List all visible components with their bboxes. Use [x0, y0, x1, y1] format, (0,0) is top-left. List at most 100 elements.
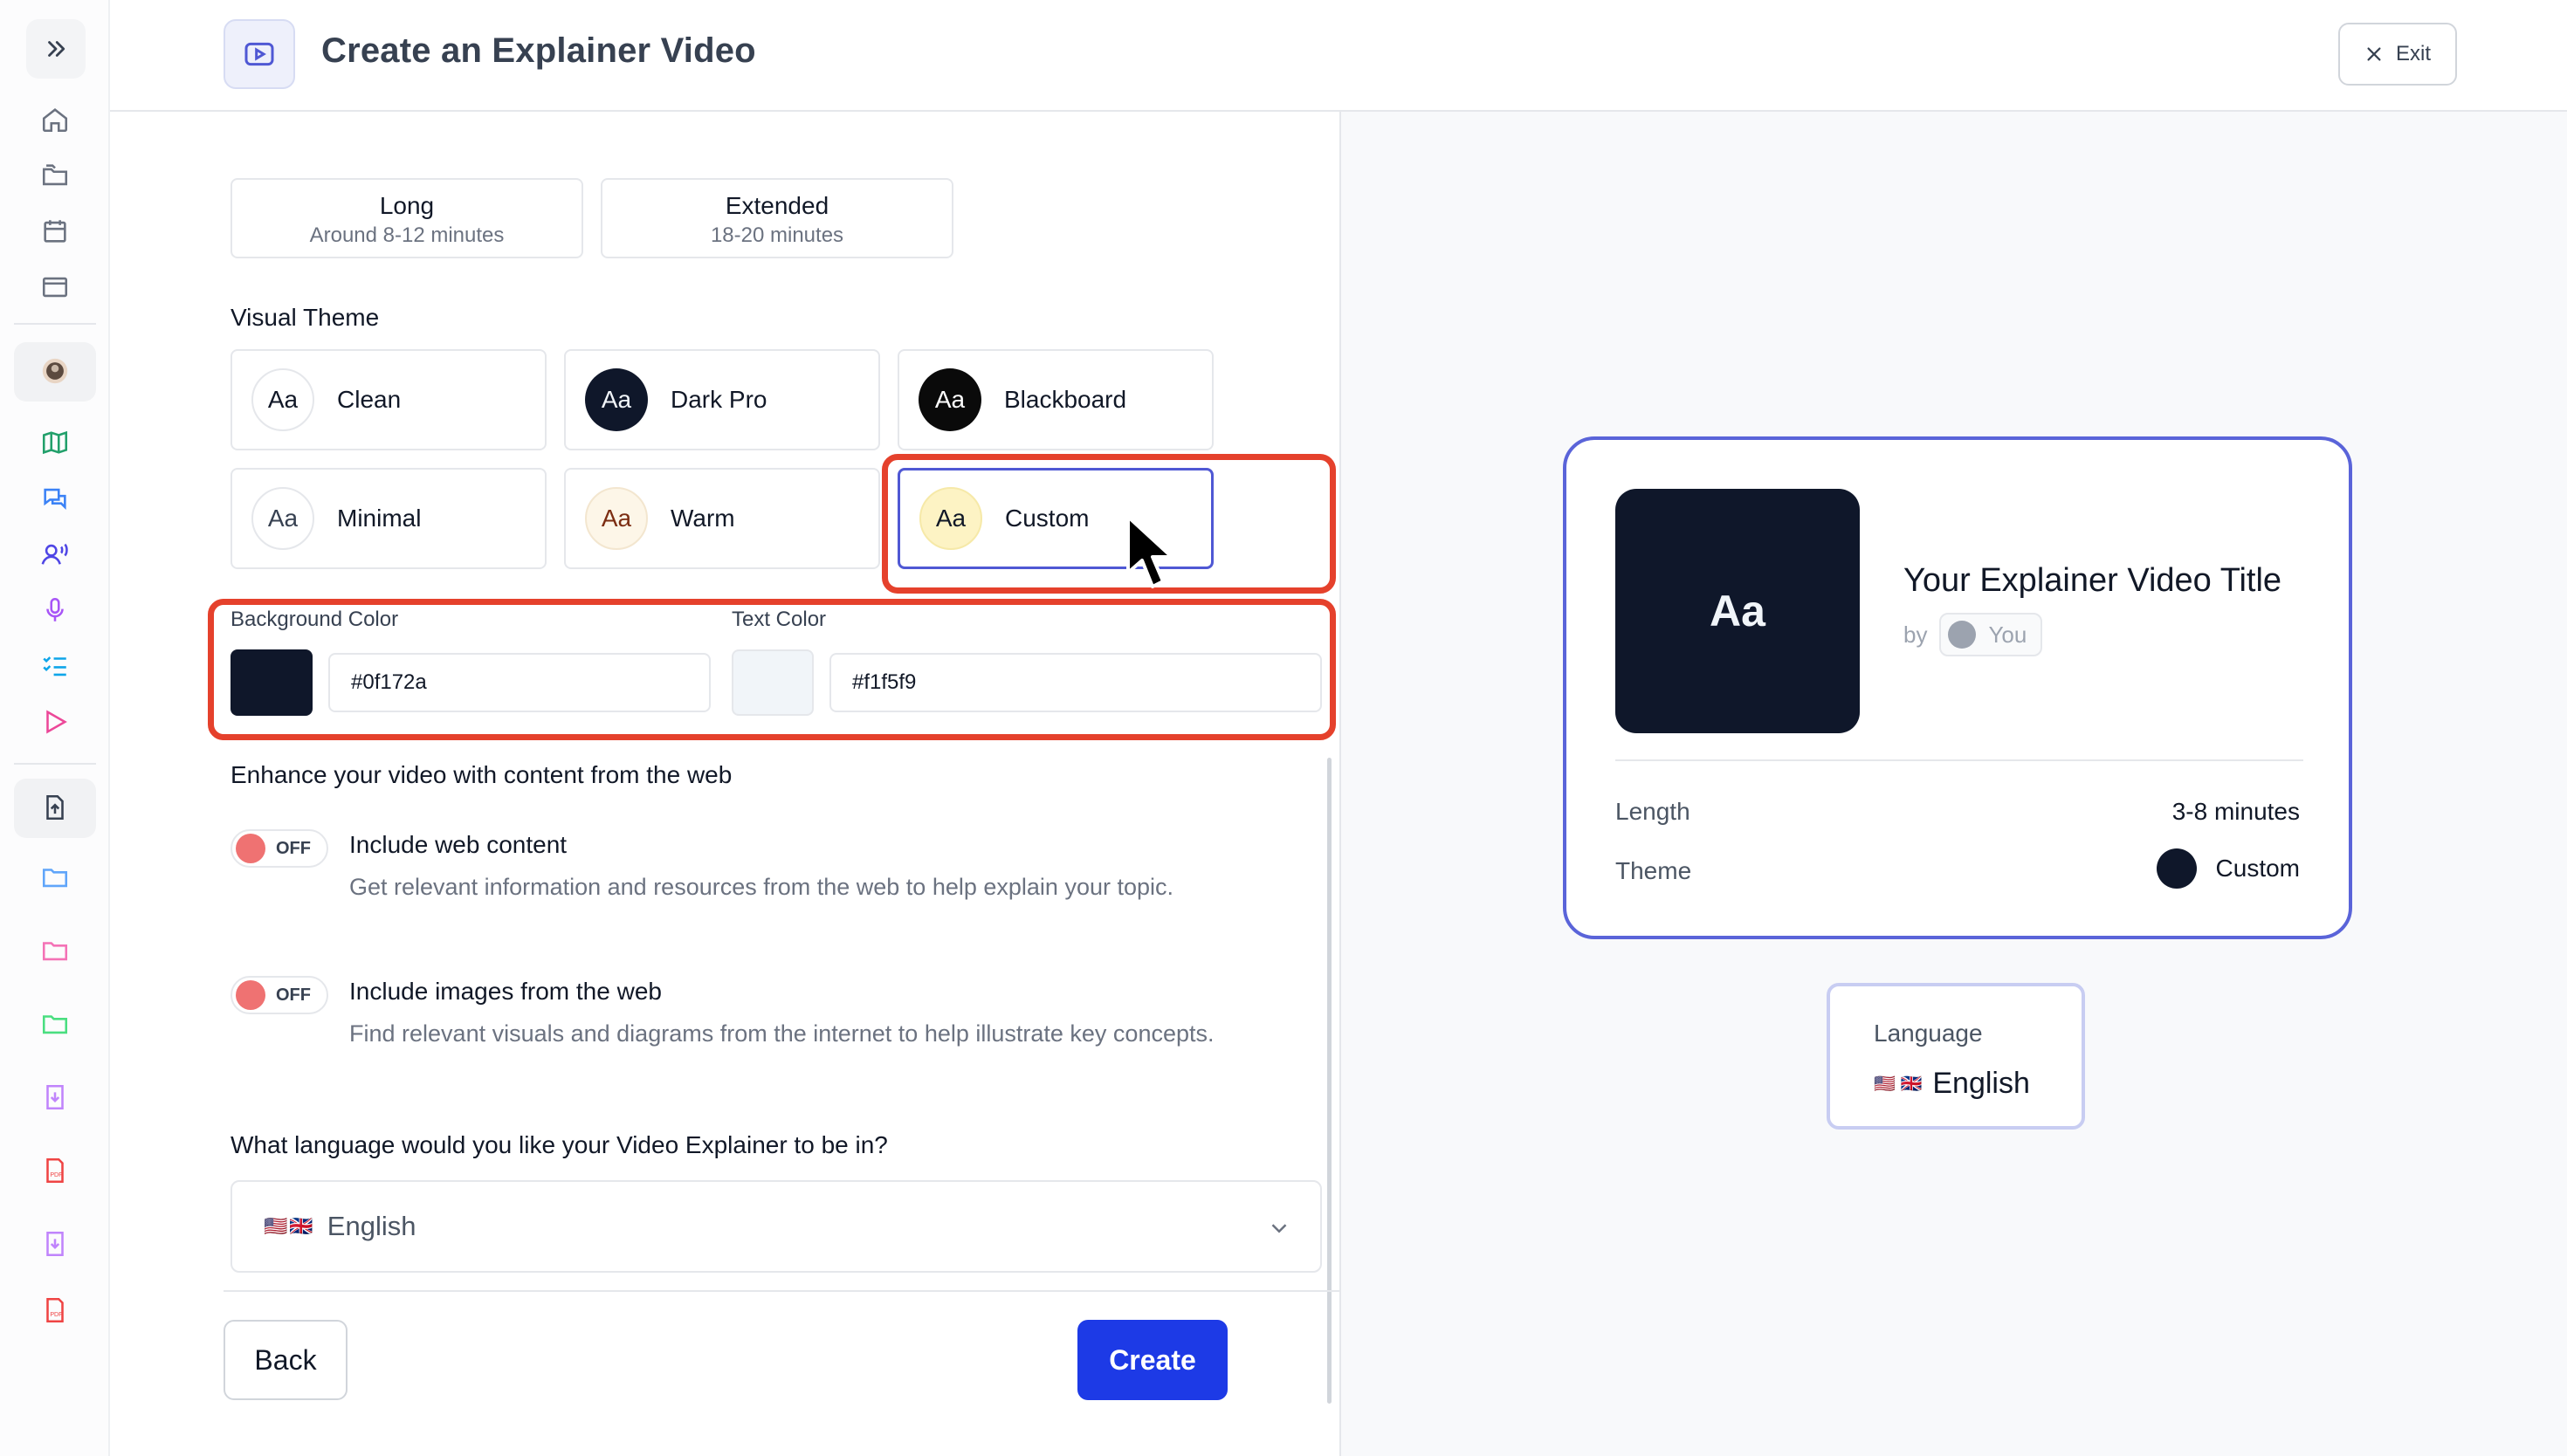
theme-name: Minimal — [337, 505, 422, 532]
length-option-subtitle: 18-20 minutes — [710, 223, 844, 247]
visual-theme-label: Visual Theme — [231, 304, 380, 331]
upload-file-icon[interactable] — [31, 784, 79, 831]
window-icon[interactable] — [31, 264, 79, 311]
include-web-content-description: Get relevant information and resources f… — [349, 874, 1173, 900]
theme-swatch: Aa — [251, 487, 314, 550]
pdf-file-icon[interactable]: PDF — [31, 1147, 79, 1194]
scrollbar[interactable] — [1327, 758, 1332, 1404]
include-web-content-toggle[interactable]: OFF — [231, 829, 328, 868]
chevrons-right-icon — [48, 41, 65, 57]
svg-text:PDF: PDF — [50, 1171, 63, 1178]
preview-language-card: Language 🇺🇸 🇬🇧 English — [1827, 983, 2085, 1130]
preview-language-value: 🇺🇸 🇬🇧 English — [1874, 1067, 2030, 1101]
theme-name: Dark Pro — [671, 386, 767, 413]
length-option-subtitle: Around 8-12 minutes — [309, 223, 505, 247]
play-icon[interactable] — [31, 698, 79, 745]
form-panel: Long Around 8-12 minutes Extended 18-20 … — [110, 112, 1339, 1456]
checklist-icon[interactable] — [31, 642, 79, 690]
length-option-title: Long — [379, 192, 435, 219]
theme-card-warm[interactable]: Aa Warm — [564, 468, 880, 569]
map-icon[interactable] — [31, 419, 79, 466]
preview-card: Aa Your Explainer Video Title by You Len… — [1563, 436, 2352, 939]
preview-language-label: Language — [1874, 1020, 1983, 1047]
avatar — [1948, 621, 1977, 649]
theme-card-dark-pro[interactable]: Aa Dark Pro — [564, 349, 880, 450]
close-icon — [2367, 47, 2381, 61]
theme-value-text: Custom — [2215, 855, 2300, 882]
theme-name: Warm — [671, 505, 735, 532]
length-label: Length — [1615, 798, 1690, 825]
workspace-avatar-icon[interactable] — [31, 347, 79, 395]
toggle-knob — [236, 980, 265, 1010]
toggle-knob — [236, 834, 265, 863]
preview-language-text: English — [1932, 1067, 2030, 1100]
svg-text:PDF: PDF — [50, 1311, 63, 1318]
folders-icon[interactable] — [31, 152, 79, 199]
flags-icon: 🇺🇸🇬🇧 — [264, 1215, 315, 1237]
background-color-swatch[interactable] — [231, 649, 313, 716]
theme-swatch: Aa — [251, 368, 314, 431]
toggle-state: OFF — [276, 838, 311, 858]
include-web-images-toggle[interactable]: OFF — [231, 976, 328, 1014]
preview-panel: Aa Your Explainer Video Title by You Len… — [1339, 112, 2567, 1456]
language-select[interactable]: 🇺🇸🇬🇧 English — [231, 1180, 1322, 1273]
download-file-icon[interactable] — [31, 1074, 79, 1121]
preview-byline: by You — [1903, 613, 2043, 656]
web-content-heading: Enhance your video with content from the… — [231, 761, 733, 788]
length-option-extended[interactable]: Extended 18-20 minutes — [601, 178, 953, 258]
theme-color-dot — [2156, 848, 2197, 889]
sidebar: PDF PDF — [0, 0, 110, 1456]
chevron-down-icon — [1271, 1224, 1287, 1233]
language-question: What language would you like your Video … — [231, 1131, 888, 1158]
pdf-file-icon-2[interactable]: PDF — [31, 1287, 79, 1334]
footer-divider — [224, 1290, 1339, 1292]
create-button[interactable]: Create — [1077, 1320, 1228, 1400]
include-web-content-title: Include web content — [349, 831, 568, 858]
theme-card-minimal[interactable]: Aa Minimal — [231, 468, 547, 569]
include-web-images-title: Include images from the web — [349, 978, 662, 1005]
highlight-custom-theme — [882, 454, 1336, 594]
author-chip: You — [1939, 613, 2043, 656]
theme-swatch: Aa — [585, 368, 648, 431]
flags-icon: 🇺🇸 🇬🇧 — [1874, 1075, 1923, 1094]
back-button[interactable]: Back — [224, 1320, 348, 1400]
length-option-title: Extended — [725, 192, 829, 219]
text-color-input[interactable]: #f1f5f9 — [829, 653, 1322, 712]
preview-thumbnail: Aa — [1615, 489, 1860, 733]
folder-pink-icon[interactable] — [31, 927, 79, 974]
expand-sidebar-button[interactable] — [26, 19, 86, 79]
theme-name: Blackboard — [1004, 386, 1127, 413]
background-color-input[interactable]: #0f172a — [328, 653, 711, 712]
theme-name: Clean — [337, 386, 402, 413]
preview-divider — [1615, 759, 2303, 761]
exit-button[interactable]: Exit — [2338, 23, 2457, 86]
theme-swatch: Aa — [919, 368, 981, 431]
theme-swatch: Aa — [585, 487, 648, 550]
page-header: Create an Explainer Video Exit — [110, 0, 2567, 112]
by-label: by — [1903, 621, 1928, 648]
theme-label: Theme — [1615, 857, 1692, 884]
download-file-icon-2[interactable] — [31, 1220, 79, 1267]
author-name: You — [1988, 621, 2027, 648]
preview-title: Your Explainer Video Title — [1903, 562, 2282, 599]
theme-card-blackboard[interactable]: Aa Blackboard — [898, 349, 1214, 450]
length-value-text: 3-8 minutes — [2171, 798, 2300, 825]
exit-label: Exit — [2395, 42, 2431, 65]
background-color-label: Background Color — [231, 608, 399, 631]
folder-green-icon[interactable] — [31, 1000, 79, 1047]
text-color-label: Text Color — [732, 608, 827, 631]
text-color-swatch[interactable] — [732, 649, 814, 716]
calendar-icon[interactable] — [31, 208, 79, 255]
language-select-value: English — [327, 1211, 416, 1241]
home-icon[interactable] — [31, 96, 79, 143]
voice-user-icon[interactable] — [31, 531, 79, 578]
length-option-long[interactable]: Long Around 8-12 minutes — [231, 178, 583, 258]
folder-blue-icon[interactable] — [31, 854, 79, 901]
video-icon — [224, 19, 295, 89]
theme-card-clean[interactable]: Aa Clean — [231, 349, 547, 450]
mouse-cursor-icon — [1126, 515, 1173, 588]
length-value: 3-8 minutes — [2172, 798, 2300, 826]
theme-value: Custom — [2156, 848, 2300, 889]
microphone-icon[interactable] — [31, 587, 79, 634]
chat-icon[interactable] — [31, 475, 79, 522]
